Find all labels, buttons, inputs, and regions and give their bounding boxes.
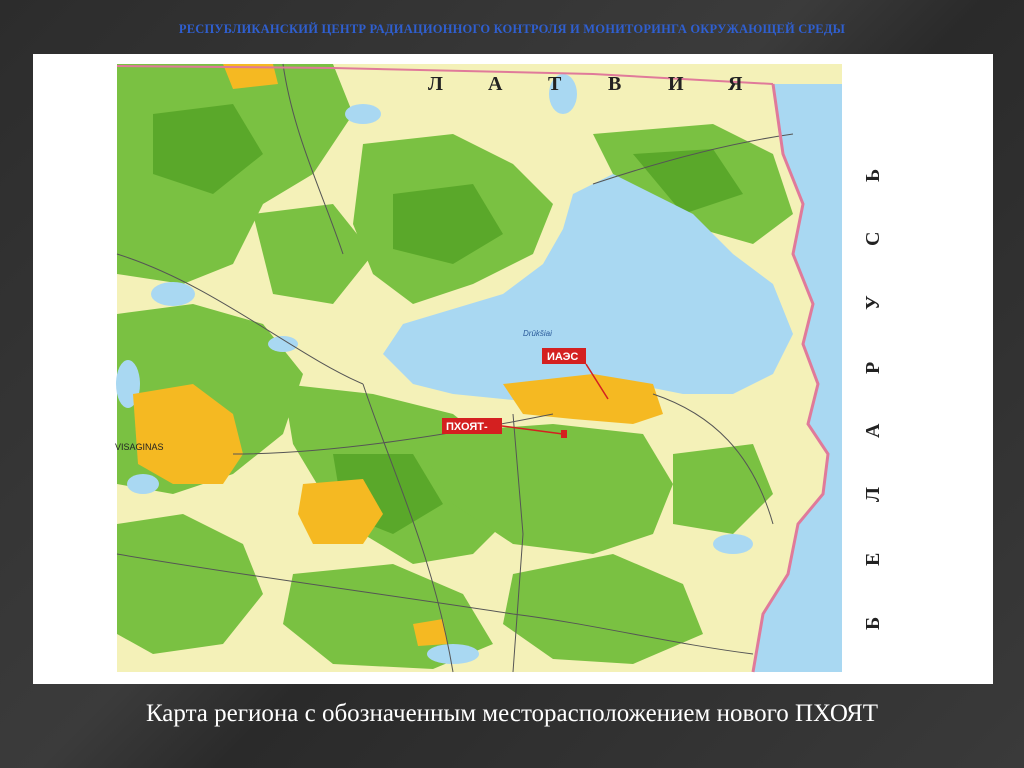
country-letter: Я: [728, 73, 743, 95]
small-lake: [713, 534, 753, 554]
small-lake: [268, 336, 298, 352]
small-lake: [151, 282, 195, 306]
country-letter: Б: [862, 617, 884, 630]
country-letter: И: [668, 73, 684, 95]
small-lake: [427, 644, 479, 664]
country-letter: У: [862, 295, 884, 310]
country-letter: А: [488, 73, 503, 95]
country-letter: Ь: [862, 169, 884, 182]
country-belarus-label: Ь С У Р А Л Е Б: [862, 169, 884, 630]
lake-label: Drūkšiai: [523, 329, 552, 338]
country-letter: А: [862, 423, 884, 438]
country-letter: Л: [862, 487, 884, 502]
country-letter: Л: [428, 73, 443, 95]
country-letter: В: [608, 73, 621, 95]
page-header: РЕСПУБЛИКАНСКИЙ ЦЕНТР РАДИАЦИОННОГО КОНТ…: [178, 22, 846, 36]
region-map: Л А Т В И Я Ь С У Р А Л Е Б Drūkšiai VIS…: [33, 54, 993, 684]
plant-label-text: ИАЭС: [547, 351, 578, 363]
country-letter: Е: [862, 553, 884, 566]
small-lake: [345, 104, 381, 124]
country-letter: Р: [862, 362, 884, 374]
town-label-visaginas: VISAGINAS: [115, 442, 164, 452]
storage-marker: [561, 430, 567, 438]
country-letter: С: [862, 232, 884, 246]
map-svg: Л А Т В И Я Ь С У Р А Л Е Б Drūkšiai VIS…: [115, 63, 884, 673]
slide-caption: Карта региона с обозначенным местораспол…: [145, 700, 879, 727]
storage-label-text: ПХОЯТ-: [446, 421, 488, 433]
small-lake: [127, 474, 159, 494]
country-letter: Т: [548, 73, 562, 95]
